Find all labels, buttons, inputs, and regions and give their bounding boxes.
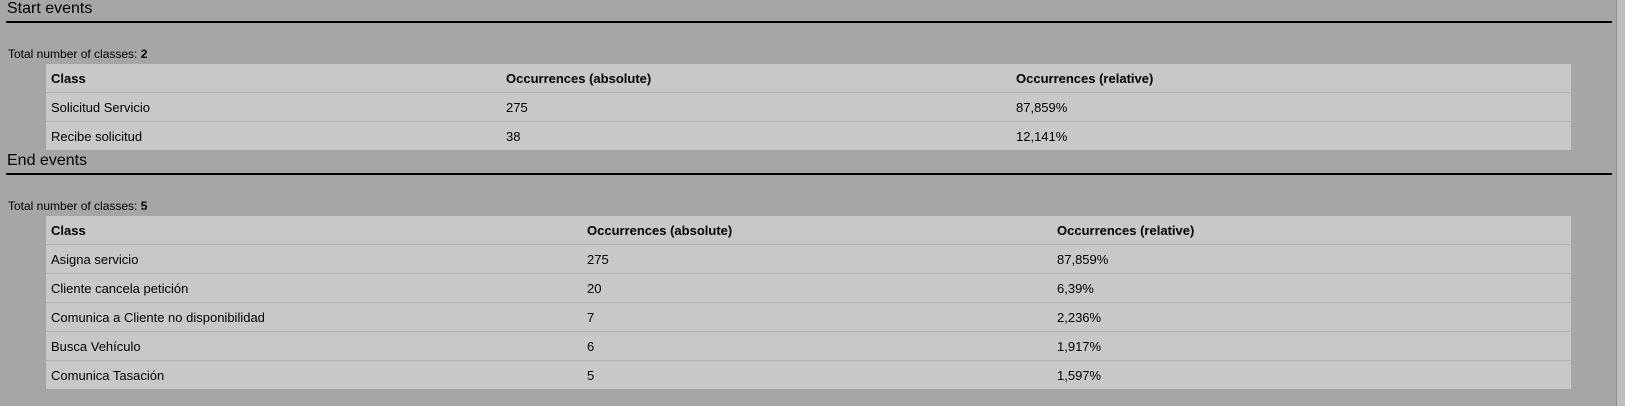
table-row: Busca Vehículo 6 1,917%: [46, 331, 1571, 361]
table-row: Comunica Tasación 5 1,597%: [46, 361, 1571, 390]
absolute-occurrence-cell: 6: [582, 331, 1052, 361]
absolute-occurrence-cell: 20: [582, 273, 1052, 303]
end-events-divider: [6, 173, 1612, 175]
class-cell: Recibe solicitud: [51, 128, 143, 144]
class-cell: Comunica a Cliente no disponibilidad: [46, 302, 582, 332]
start-events-table: Class Occurrences (absolute) Occurrences…: [46, 64, 1571, 150]
class-cell: Asigna servicio: [46, 244, 582, 274]
absolute-occurrence-cell: 7: [582, 302, 1052, 332]
absolute-occurrences-column-header: Occurrences (absolute): [582, 216, 1052, 245]
start-events-section: Start events Total number of classes: 2 …: [0, 0, 1625, 155]
end-events-total: Total number of classes: 5: [8, 199, 147, 213]
relative-occurrence-cell: 6,39%: [1052, 273, 1571, 303]
table-header-row: Class Occurrences (absolute) Occurrences…: [46, 216, 1571, 245]
class-cell: Comunica Tasación: [51, 367, 165, 383]
table-row: Solicitud Servicio 275 87,859%: [46, 92, 1571, 122]
absolute-occurrences-column-header: Occurrences (absolute): [501, 64, 1011, 93]
relative-occurrence-cell: 1,917%: [1052, 331, 1571, 361]
vertical-scrollbar[interactable]: [1616, 0, 1625, 406]
table-row: Recibe solicitud 38 12,141%: [46, 122, 1571, 151]
end-events-total-value: 5: [140, 199, 148, 213]
table-header-row: Class Occurrences (absolute) Occurrences…: [46, 64, 1571, 93]
start-events-title: Start events: [7, 0, 93, 17]
relative-occurrence-cell: 87,859%: [1011, 92, 1571, 122]
end-events-total-label: Total number of classes:: [8, 199, 138, 213]
start-events-total: Total number of classes: 2: [8, 47, 147, 61]
relative-occurrences-column-header: Occurrences (relative): [1011, 64, 1571, 93]
relative-occurrence-cell: 2,236%: [1052, 302, 1571, 332]
absolute-occurrence-cell: 38: [506, 128, 521, 144]
table-row: Cliente cancela petición 20 6,39%: [46, 273, 1571, 303]
start-events-total-value: 2: [140, 47, 148, 61]
table-row: Asigna servicio 275 87,859%: [46, 244, 1571, 274]
class-column-header: Class: [46, 216, 582, 245]
start-events-total-label: Total number of classes:: [8, 47, 138, 61]
absolute-occurrence-cell: 275: [501, 92, 1011, 122]
relative-occurrences-column-header: Occurrences (relative): [1052, 216, 1571, 245]
end-events-table-wrapper: Class Occurrences (absolute) Occurrences…: [46, 216, 1571, 389]
end-events-section: End events Total number of classes: 5 Cl…: [0, 152, 1625, 406]
start-events-table-wrapper: Class Occurrences (absolute) Occurrences…: [46, 64, 1571, 150]
end-events-title: End events: [7, 152, 88, 169]
absolute-occurrence-cell: 5: [587, 367, 595, 383]
class-cell: Cliente cancela petición: [46, 273, 582, 303]
relative-occurrence-cell: 1,597%: [1057, 367, 1102, 383]
class-cell: Busca Vehículo: [46, 331, 582, 361]
absolute-occurrence-cell: 275: [582, 244, 1052, 274]
end-events-table: Class Occurrences (absolute) Occurrences…: [46, 216, 1571, 389]
relative-occurrence-cell: 12,141%: [1016, 128, 1068, 144]
start-events-divider: [6, 21, 1612, 23]
class-column-header: Class: [46, 64, 501, 93]
class-cell: Solicitud Servicio: [46, 92, 501, 122]
relative-occurrence-cell: 87,859%: [1052, 244, 1571, 274]
table-row: Comunica a Cliente no disponibilidad 7 2…: [46, 302, 1571, 332]
